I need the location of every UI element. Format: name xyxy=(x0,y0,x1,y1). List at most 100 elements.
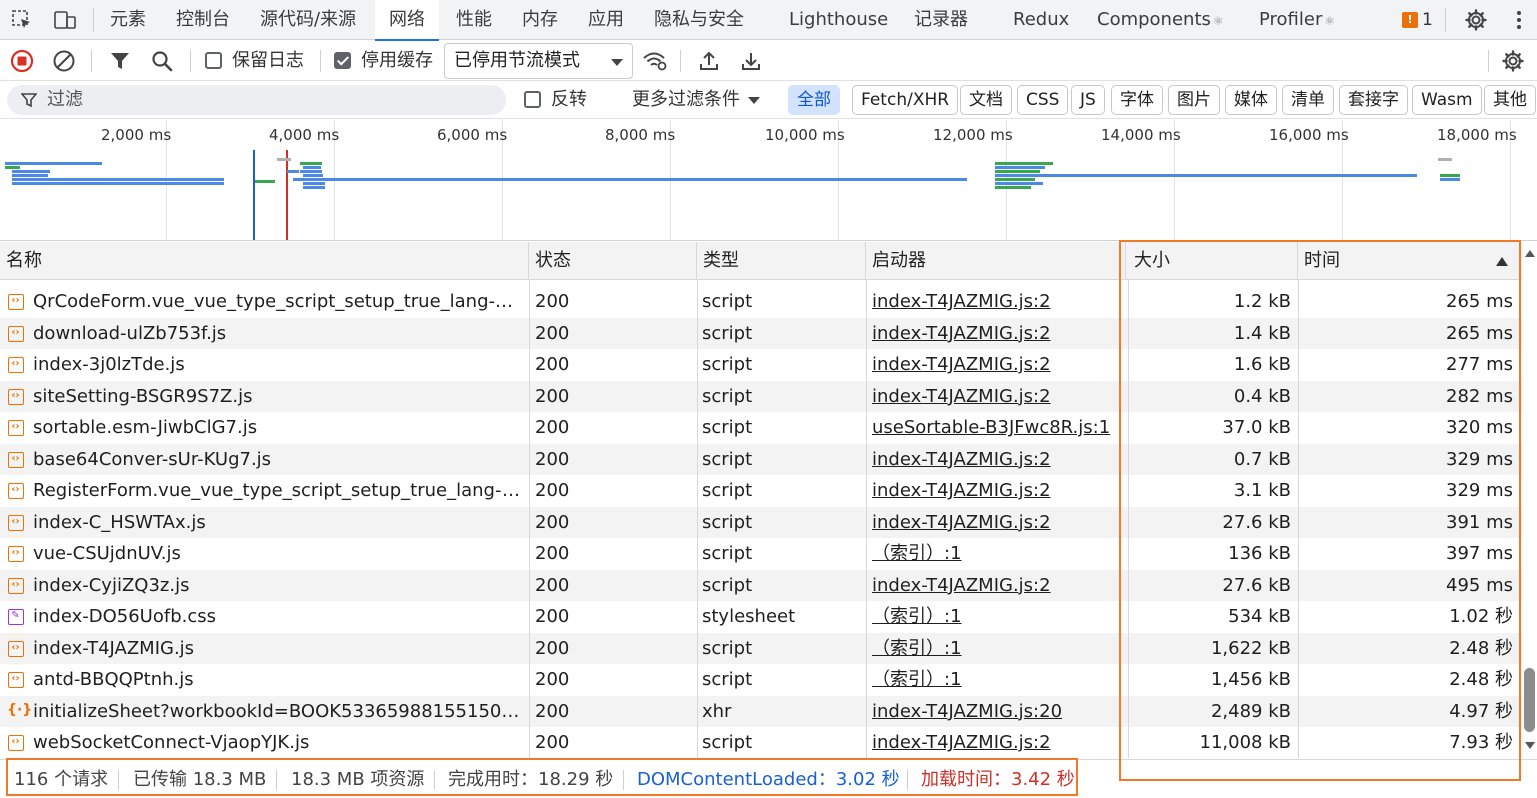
throttling-select[interactable]: 已停用节流模式 xyxy=(444,43,633,79)
tab-network[interactable]: 网络 xyxy=(375,0,439,41)
cell-name[interactable]: index-CyjiZQ3z.js xyxy=(33,570,525,602)
cell-initiator[interactable]: index-T4JAZMIG.js:2 xyxy=(872,444,1120,476)
search-icon[interactable] xyxy=(148,47,176,75)
filter-icon[interactable] xyxy=(106,47,134,75)
cell-name[interactable]: initializeSheet?workbookId=BOOK533659881… xyxy=(33,696,525,728)
table-row[interactable]: ‹› index-C_HSWTAx.js 200 script index-T4JAZM… xyxy=(0,506,1522,539)
cell-initiator[interactable]: index-T4JAZMIG.js:2 xyxy=(872,570,1120,602)
table-scrollbar[interactable] xyxy=(1522,242,1537,758)
cell-name[interactable]: index-T4JAZMIG.js xyxy=(33,633,525,665)
cell-name[interactable]: index-C_HSWTAx.js xyxy=(33,507,525,539)
cell-initiator[interactable]: （索引）:1 xyxy=(872,633,1120,665)
cell-name[interactable]: sortable.esm-JiwbClG7.js xyxy=(33,412,525,444)
table-row[interactable]: ‹› siteSetting-BSGR9S7Z.js 200 script index-… xyxy=(0,380,1522,413)
tab-sources[interactable]: 源代码/来源 xyxy=(260,0,356,40)
scrollbar-thumb[interactable] xyxy=(1524,668,1535,732)
chip-fetch-xhr[interactable]: Fetch/XHR xyxy=(852,85,959,115)
table-row[interactable]: ‹› index-CyjiZQ3z.js 200 script index-T4JAZM… xyxy=(0,569,1522,602)
tab-redux[interactable]: Redux xyxy=(1013,0,1069,40)
table-row[interactable]: ‹› webSocketConnect-VjaopYJK.js 200 script i… xyxy=(0,727,1522,758)
tab-privacy-security[interactable]: 隐私与安全 xyxy=(654,0,744,40)
tab-components[interactable]: Components ⚛ xyxy=(1097,0,1224,40)
chip-websocket[interactable]: 套接字 xyxy=(1339,85,1408,115)
cell-initiator[interactable]: index-T4JAZMIG.js:2 xyxy=(872,349,1120,381)
table-row[interactable]: ‹› antd-BBQQPtnh.js 200 script （索引）:1 1,456 k… xyxy=(0,664,1522,696)
clear-icon[interactable] xyxy=(50,47,78,75)
scroll-up-arrow-icon[interactable] xyxy=(1525,250,1535,257)
chip-js[interactable]: JS xyxy=(1071,85,1105,115)
chip-css[interactable]: CSS xyxy=(1017,85,1069,115)
tab-lighthouse[interactable]: Lighthouse xyxy=(789,0,888,40)
cell-name[interactable]: antd-BBQQPtnh.js xyxy=(33,664,525,696)
chip-other[interactable]: 其他 xyxy=(1484,85,1536,115)
cell-name[interactable]: index-DO56Uofb.css xyxy=(33,601,525,633)
import-har-upload-icon[interactable] xyxy=(695,47,723,75)
cell-initiator[interactable]: （索引）:1 xyxy=(872,601,1120,633)
stop-recording-icon[interactable] xyxy=(8,47,36,75)
chip-media[interactable]: 媒体 xyxy=(1225,85,1277,115)
more-options-icon[interactable] xyxy=(1505,6,1533,34)
column-header-initiator[interactable]: 启动器 xyxy=(866,242,1126,280)
tab-application[interactable]: 应用 xyxy=(588,0,624,40)
cell-name[interactable]: siteSetting-BSGR9S7Z.js xyxy=(33,381,525,413)
table-row[interactable]: {·} initializeSheet?workbookId=BOOK533659… xyxy=(0,695,1522,728)
network-settings-gear-icon[interactable] xyxy=(1499,47,1527,75)
chip-wasm[interactable]: Wasm xyxy=(1412,85,1482,115)
scroll-down-arrow-icon[interactable] xyxy=(1525,742,1535,749)
device-toolbar-icon[interactable] xyxy=(51,6,79,34)
table-row[interactable]: ‹› sortable.esm-JiwbClG7.js 200 script useSo… xyxy=(0,412,1522,444)
cell-initiator[interactable]: index-T4JAZMIG.js:2 xyxy=(872,475,1120,507)
export-har-download-icon[interactable] xyxy=(737,47,765,75)
network-conditions-icon[interactable] xyxy=(641,47,669,75)
cell-initiator[interactable]: （索引）:1 xyxy=(872,538,1120,570)
table-row[interactable]: ✎ index-DO56Uofb.css 200 stylesheet （索引）:1 53… xyxy=(0,601,1522,633)
tab-memory[interactable]: 内存 xyxy=(522,0,558,40)
chip-manifest[interactable]: 清单 xyxy=(1282,85,1334,115)
cell-name[interactable]: QrCodeForm.vue_vue_type_script_setup_tru… xyxy=(33,286,525,318)
column-header-type[interactable]: 类型 xyxy=(697,242,866,280)
tab-profiler[interactable]: Profiler ⚛ xyxy=(1259,0,1335,40)
column-header-size[interactable]: 大小 xyxy=(1128,242,1298,280)
cell-initiator[interactable]: index-T4JAZMIG.js:2 xyxy=(872,318,1120,350)
table-row[interactable]: ‹› download-ulZb753f.js 200 script index-T4J… xyxy=(0,317,1522,350)
chip-font[interactable]: 字体 xyxy=(1111,85,1163,115)
cell-initiator[interactable]: （索引）:1 xyxy=(872,664,1120,696)
preserve-log-checkbox[interactable] xyxy=(205,52,222,69)
table-row[interactable]: ‹› vue-CSUjdnUV.js 200 script （索引）:1 136 kB 39… xyxy=(0,538,1522,570)
cell-name[interactable]: download-ulZb753f.js xyxy=(33,318,525,350)
table-row[interactable]: ‹› RegisterForm.vue_vue_type_script_setup… xyxy=(0,475,1522,507)
cell-initiator[interactable]: index-T4JAZMIG.js:2 xyxy=(872,381,1120,413)
tab-performance[interactable]: 性能 xyxy=(456,0,492,40)
disable-cache-checkbox[interactable] xyxy=(334,52,351,69)
column-header-status[interactable]: 状态 xyxy=(529,242,697,280)
inspect-element-icon[interactable] xyxy=(8,6,36,34)
chip-img[interactable]: 图片 xyxy=(1168,85,1220,115)
cell-initiator[interactable]: index-T4JAZMIG.js:2 xyxy=(872,727,1120,758)
cell-name[interactable]: base64Conver-sUr-KUg7.js xyxy=(33,444,525,476)
network-overview-timeline[interactable]: 2,000 ms 4,000 ms 6,000 ms 8,000 ms 10,0… xyxy=(0,120,1537,241)
tab-recorder[interactable]: 记录器 xyxy=(914,0,968,40)
settings-gear-icon[interactable] xyxy=(1462,6,1490,34)
cell-initiator[interactable]: index-T4JAZMIG.js:2 xyxy=(872,286,1120,318)
invert-checkbox[interactable] xyxy=(524,91,541,108)
chip-doc[interactable]: 文档 xyxy=(960,85,1012,115)
filter-input[interactable]: 过滤 xyxy=(7,85,506,115)
cell-name[interactable]: webSocketConnect-VjaopYJK.js xyxy=(33,727,525,758)
table-row[interactable]: ‹› index-3j0lzTde.js 200 script index-T4JAZM… xyxy=(0,349,1522,381)
issues-button[interactable]: ! 1 xyxy=(1402,8,1433,32)
cell-name[interactable]: RegisterForm.vue_vue_type_script_setup_t… xyxy=(33,475,525,507)
tab-elements[interactable]: 元素 xyxy=(110,0,146,40)
tab-console[interactable]: 控制台 xyxy=(176,0,230,40)
table-row[interactable]: ‹› QrCodeForm.vue_vue_type_script_setup_t… xyxy=(0,286,1522,318)
cell-initiator[interactable]: index-T4JAZMIG.js:20 xyxy=(872,696,1120,728)
chip-all[interactable]: 全部 xyxy=(788,85,840,115)
cell-name[interactable]: index-3j0lzTde.js xyxy=(33,349,525,381)
table-row[interactable]: ‹› index-T4JAZMIG.js 200 script （索引）:1 1,622 … xyxy=(0,632,1522,665)
table-row[interactable]: ‹› base64Conver-sUr-KUg7.js 200 script index… xyxy=(0,443,1522,476)
cell-initiator[interactable]: useSortable-B3JFwc8R.js:1 xyxy=(872,412,1120,444)
column-header-name[interactable]: 名称 xyxy=(0,242,529,280)
column-header-time[interactable]: 时间 xyxy=(1298,242,1522,280)
cell-name[interactable]: vue-CSUjdnUV.js xyxy=(33,538,525,570)
cell-initiator[interactable]: index-T4JAZMIG.js:2 xyxy=(872,507,1120,539)
more-filters-dropdown[interactable]: 更多过滤条件 xyxy=(632,81,760,119)
